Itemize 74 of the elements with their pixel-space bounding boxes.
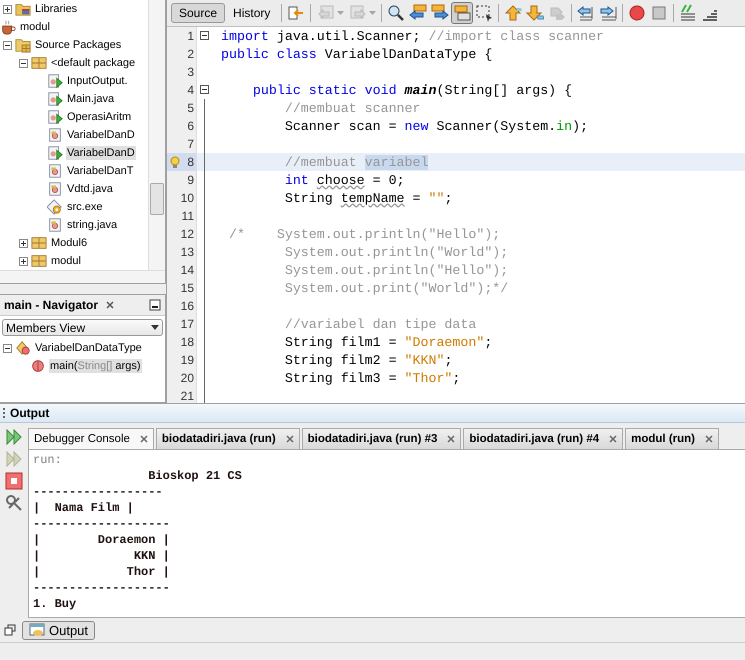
- tree-item[interactable]: Main.java: [66, 92, 116, 106]
- line-number: 3: [187, 65, 194, 79]
- console-line: 1. Buy: [33, 596, 78, 612]
- tree-item[interactable]: modul: [19, 20, 51, 34]
- line-number: 13: [180, 245, 194, 259]
- output-tab[interactable]: biodatadiri.java (run) #4: [463, 428, 624, 449]
- output-tab[interactable]: Debugger Console: [28, 428, 154, 449]
- line-number: 18: [180, 335, 194, 349]
- line-number: 10: [180, 191, 194, 205]
- code-line: System.out.println("Hello");: [284, 262, 508, 278]
- line-number: 6: [187, 119, 194, 133]
- console-line: | Nama Film |: [33, 500, 135, 516]
- line-number: 21: [180, 389, 194, 403]
- line-number: 5: [187, 101, 194, 115]
- code-line: //membuat scanner: [284, 100, 420, 116]
- console-line: | Thor |: [33, 564, 171, 580]
- console-line: -------------------: [33, 516, 171, 532]
- console-line: ------------------: [33, 484, 164, 500]
- tree-item[interactable]: VariabelDanDataType: [34, 341, 143, 355]
- tree-item[interactable]: Modul6: [50, 236, 88, 250]
- line-number: 11: [182, 209, 194, 223]
- line-number: 7: [187, 137, 194, 151]
- line-number: 15: [180, 281, 194, 295]
- tree-item[interactable]: VariabelDanD: [66, 146, 136, 160]
- tree-item[interactable]: OperasiAritm: [66, 110, 132, 124]
- code-line: //membuat variabel: [284, 154, 428, 170]
- output-button[interactable]: Output: [22, 620, 96, 640]
- console-line: | KKN |: [33, 548, 171, 564]
- tree-item[interactable]: <default package: [50, 56, 136, 70]
- line-number: 12: [180, 227, 194, 241]
- line-number: 9: [187, 173, 194, 187]
- console-line: -------------------: [33, 580, 171, 596]
- code-line: /* System.out.println("Hello");: [228, 226, 500, 242]
- line-number: 17: [180, 317, 194, 331]
- editor-tab[interactable]: Source: [171, 3, 226, 23]
- output-tab[interactable]: biodatadiri.java (run) #3: [302, 428, 462, 449]
- code-line: String film2 = "KKN";: [284, 352, 452, 368]
- code-line: public class VariabelDanDataType {: [221, 46, 492, 62]
- tree-item[interactable]: modul: [50, 254, 82, 268]
- tree-item[interactable]: main(String[] args): [49, 359, 142, 373]
- tree-item[interactable]: InputOutput.: [66, 74, 129, 88]
- console-line: Bioskop 21 CS: [147, 468, 243, 484]
- code-line: String tempName = "";: [284, 190, 452, 206]
- code-line: System.out.println("World");: [284, 244, 508, 260]
- output-tab[interactable]: modul (run): [625, 428, 719, 449]
- code-line: String film3 = "Thor";: [284, 370, 460, 386]
- line-number: 4: [187, 83, 194, 97]
- line-number: 8: [187, 155, 194, 169]
- view-dropdown[interactable]: Members View: [2, 319, 163, 336]
- code-line: import java.util.Scanner; //import class scanner: [221, 28, 604, 44]
- code-line: Scanner scan = new Scanner(System.in);: [284, 118, 588, 134]
- console-line: | Doraemon |: [33, 532, 171, 548]
- panel-title[interactable]: Output: [10, 406, 50, 420]
- tree-item[interactable]: src.exe: [66, 200, 104, 214]
- code-line: //variabel dan tipe data: [284, 316, 476, 332]
- code-line: int choose = 0;: [284, 172, 405, 188]
- code-line: String film1 = "Doraemon";: [284, 334, 492, 350]
- line-number: 16: [180, 299, 194, 313]
- line-number: 20: [180, 371, 194, 385]
- tree-item[interactable]: VariabelDanD: [66, 128, 136, 142]
- line-number: 14: [180, 263, 194, 277]
- line-number: 1: [187, 29, 194, 43]
- tree-item[interactable]: Vdtd.java: [66, 182, 114, 196]
- line-number: 19: [180, 353, 194, 367]
- tree-item[interactable]: Libraries: [34, 2, 78, 16]
- tree-item[interactable]: Source Packages: [34, 38, 122, 52]
- output-tab[interactable]: biodatadiri.java (run): [156, 428, 300, 449]
- line-number: 2: [187, 47, 194, 61]
- console-line: run:: [33, 452, 63, 468]
- tree-item[interactable]: VariabelDanT: [66, 164, 134, 178]
- code-line: public static void main(String[] args) {: [252, 82, 572, 98]
- tree-item[interactable]: string.java: [66, 218, 118, 232]
- editor-tab[interactable]: History: [225, 3, 278, 23]
- code-line: System.out.print("World");*/: [284, 280, 508, 296]
